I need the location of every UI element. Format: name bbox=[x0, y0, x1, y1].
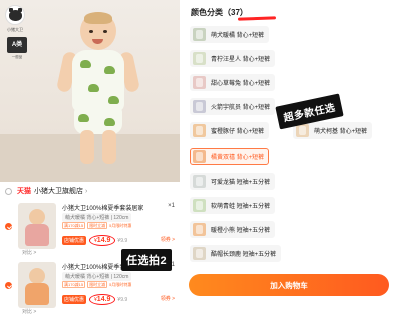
price-label: 店铺优惠 bbox=[62, 236, 87, 245]
color-option[interactable]: 甜心草莓兔 背心+短裤 bbox=[190, 74, 276, 91]
color-category-title: 颜色分类（37） bbox=[191, 8, 248, 17]
color-option[interactable]: 暖橙小熊 短袖+五分裤 bbox=[190, 221, 276, 238]
old-price: ¥9.9 bbox=[117, 296, 128, 303]
sku-selector[interactable]: 萌犬暖橘 背心+短裤 | 120cm bbox=[62, 213, 132, 222]
color-option[interactable]: 蜜橙豚仔 背心+短裤 bbox=[190, 122, 270, 139]
product-thumbnail[interactable] bbox=[18, 262, 56, 308]
check-circle-icon[interactable] bbox=[5, 282, 12, 289]
coupon-link[interactable]: 领券 > bbox=[161, 236, 175, 243]
promo-tags: 满170减15 限时立减 5月限时特惠 bbox=[62, 281, 132, 288]
swatch-thumbnail bbox=[193, 100, 206, 113]
overlay-caption-pick-two: 任选拍2 bbox=[121, 249, 173, 271]
product-thumbnail[interactable] bbox=[18, 203, 56, 249]
product-hero-image: 小猪大卫 A类 一般品 bbox=[0, 0, 180, 182]
color-option[interactable]: 酷帽长颈鹿 短袖+五分裤 bbox=[190, 245, 282, 262]
compare-link[interactable]: 对比 > bbox=[22, 308, 36, 315]
item-quantity: ×1 bbox=[168, 203, 175, 209]
store-header[interactable]: 天猫 小猪大卫旗舰店 › bbox=[0, 184, 180, 198]
add-to-cart-button[interactable]: 加入购物车 bbox=[189, 274, 389, 296]
color-option[interactable]: 萌犬暖橘 背心+短裤 bbox=[190, 26, 270, 43]
coupon-link[interactable]: 领券 > bbox=[161, 295, 175, 302]
color-option[interactable]: 软萌青蛙 短袖+五分裤 bbox=[190, 197, 276, 214]
color-option-selected[interactable]: 橘黄双禧 背心+短裤 bbox=[190, 148, 270, 165]
grade-sub-label: 一般品 bbox=[11, 55, 23, 59]
swatch-thumbnail bbox=[296, 124, 309, 137]
color-option[interactable]: 火箭宇航员 背心+短裤 bbox=[190, 98, 276, 115]
price-row: 店铺优惠 ¥14.9 ¥9.9 bbox=[62, 294, 127, 305]
swatch-thumbnail bbox=[193, 199, 206, 212]
pig-logo-icon bbox=[5, 5, 25, 25]
compare-link[interactable]: 对比 > bbox=[22, 249, 36, 256]
grade-badge: A类 bbox=[7, 37, 27, 53]
chevron-right-icon: › bbox=[85, 187, 88, 195]
check-circle-icon[interactable] bbox=[5, 223, 12, 230]
left-panel: 小猪大卫 A类 一般品 天猫 小猪大卫旗舰店 › 对比 > 小猪大卫100%棉夏… bbox=[0, 0, 180, 316]
store-name[interactable]: 小猪大卫旗舰店 bbox=[34, 186, 83, 196]
sku-picker-panel: 颜色分类（37） 萌犬暖橘 背心+短裤 青柠汪星人 背心+短裤 甜心草莓兔 背心… bbox=[180, 0, 400, 316]
price: ¥14.9 bbox=[89, 235, 116, 246]
baby-model-illustration bbox=[55, 10, 141, 175]
old-price: ¥9.9 bbox=[117, 237, 128, 244]
swatch-thumbnail bbox=[193, 52, 206, 65]
tmall-label: 天猫 bbox=[17, 188, 31, 195]
sku-selector[interactable]: 萌犬暖橘 背心+短裤 | 120cm bbox=[62, 272, 132, 281]
price-label: 店铺优惠 bbox=[62, 295, 87, 304]
color-option[interactable]: 萌犬柯基 背心+短裤 bbox=[293, 122, 373, 139]
swatch-thumbnail bbox=[193, 223, 206, 236]
promo-tags: 满170减15 限时立减 5月限时特惠 bbox=[62, 222, 132, 229]
price-row: 店铺优惠 ¥14.9 ¥9.9 bbox=[62, 235, 127, 246]
item-title[interactable]: 小猪大卫100%棉夏季套装居家 bbox=[62, 203, 162, 212]
title-underline bbox=[237, 16, 277, 21]
color-option[interactable]: 可爱龙猫 短袖+五分裤 bbox=[190, 173, 276, 190]
brand-logo-text: 小猪大卫 bbox=[7, 27, 23, 32]
swatch-thumbnail bbox=[193, 76, 206, 89]
color-option[interactable]: 青柠汪星人 背心+短裤 bbox=[190, 50, 276, 67]
swatch-thumbnail bbox=[193, 175, 206, 188]
swatch-thumbnail bbox=[193, 124, 206, 137]
swatch-thumbnail bbox=[193, 150, 206, 163]
swatch-thumbnail bbox=[193, 247, 206, 260]
swatch-thumbnail bbox=[193, 28, 206, 41]
store-select-radio[interactable] bbox=[5, 187, 12, 195]
price: ¥14.9 bbox=[89, 294, 116, 305]
